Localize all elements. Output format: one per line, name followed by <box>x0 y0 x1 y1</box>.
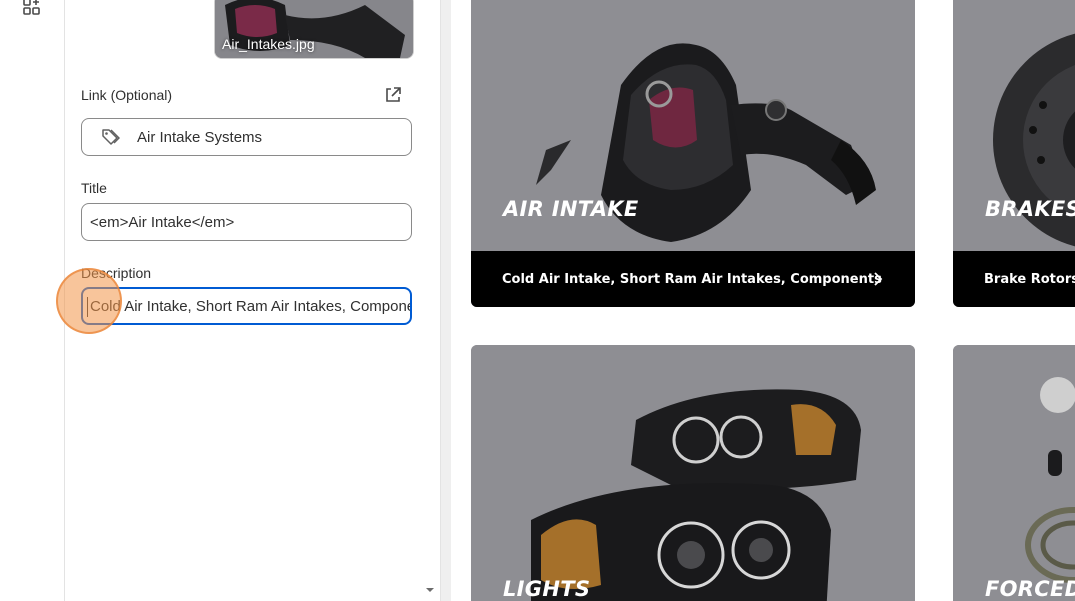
card-footer: Cold Air Intake, Short Ram Air Intakes, … <box>471 251 915 307</box>
collection-card-forced-induction[interactable]: FORCED I <box>953 345 1075 601</box>
card-subtitle-air-intake: Cold Air Intake, Short Ram Air Intakes, … <box>502 272 882 287</box>
collection-card-air-intake[interactable]: AIR INTAKE Cold Air Intake, Short Ram Ai… <box>471 0 915 307</box>
chevron-down-icon[interactable] <box>424 585 436 595</box>
apps-icon[interactable] <box>23 0 41 16</box>
card-title-lights: LIGHTS <box>503 577 591 601</box>
click-indicator <box>56 268 122 334</box>
panel-scrollbar[interactable] <box>440 0 451 601</box>
collection-card-brakes[interactable]: BRAKES Brake Rotors, P <box>953 0 1075 307</box>
forced-induction-image <box>953 345 1075 601</box>
card-subtitle-brakes: Brake Rotors, P <box>984 272 1075 287</box>
title-value: <em>Air Intake</em> <box>90 213 235 231</box>
link-field[interactable]: Air Intake Systems <box>81 118 412 156</box>
description-value: Cold Air Intake, Short Ram Air Intakes, … <box>90 297 412 315</box>
lights-image <box>471 345 915 601</box>
card-footer: Brake Rotors, P <box>953 251 1075 307</box>
collection-card-lights[interactable]: LIGHTS <box>471 345 915 601</box>
description-input[interactable]: Cold Air Intake, Short Ram Air Intakes, … <box>81 287 412 325</box>
title-input[interactable]: <em>Air Intake</em> <box>81 203 412 241</box>
external-link-icon[interactable] <box>384 86 402 104</box>
link-label: Link (Optional) <box>81 87 173 103</box>
card-title-forced-induction: FORCED I <box>985 577 1075 601</box>
image-thumbnail[interactable]: Air_Intakes.jpg <box>214 0 414 59</box>
tag-icon <box>102 129 120 145</box>
storefront-preview: AIR INTAKE Cold Air Intake, Short Ram Ai… <box>451 0 1075 601</box>
title-label: Title <box>81 180 107 196</box>
thumbnail-filename: Air_Intakes.jpg <box>222 36 315 52</box>
card-title-air-intake: AIR INTAKE <box>503 197 639 221</box>
card-title-brakes: BRAKES <box>985 197 1075 221</box>
chevron-right-icon[interactable] <box>871 271 885 287</box>
link-value: Air Intake Systems <box>137 128 263 146</box>
